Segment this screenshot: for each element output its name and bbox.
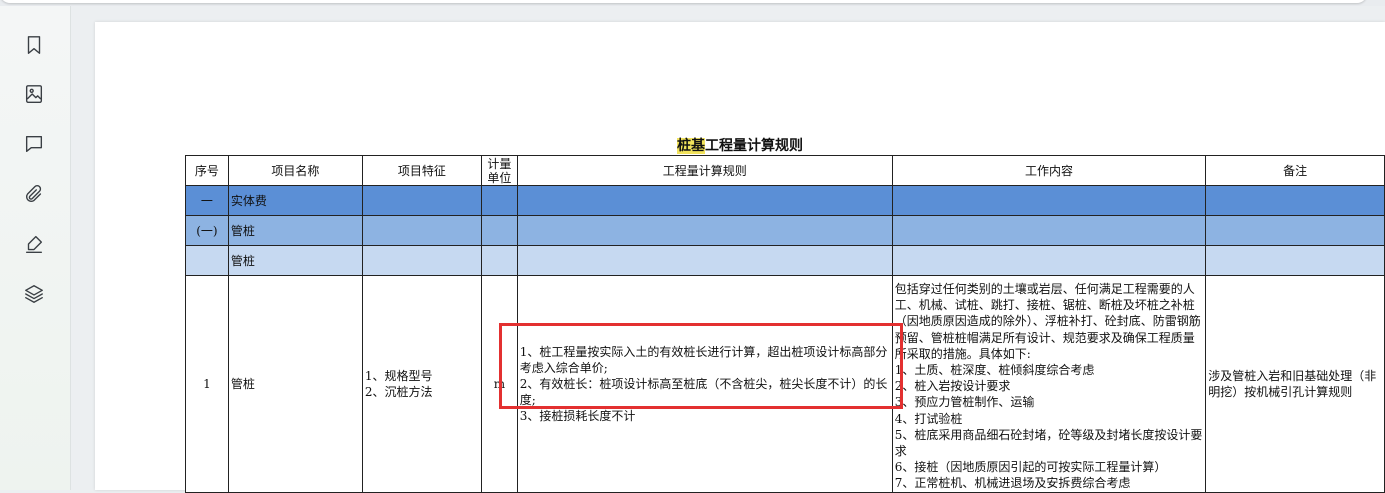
row-work: 包括穿过任何类别的土壤或岩层、任何满足工程需要的人工、机械、试桩、跳打、接桩、锯… <box>891 275 1207 493</box>
header-no: 序号 <box>185 155 229 186</box>
bookmark-icon[interactable] <box>22 33 46 57</box>
row-name: 管桩 <box>227 215 363 246</box>
header-unit: 计量 单位 <box>480 155 518 186</box>
header-feature: 项目特征 <box>361 155 482 186</box>
header-note: 备注 <box>1205 155 1385 186</box>
row-unit: m <box>480 275 518 493</box>
attachment-icon[interactable] <box>22 182 46 206</box>
table-row: 一 实体费 <box>185 185 1385 216</box>
table-row: (一) 管桩 <box>185 215 1385 246</box>
work-line: 1、土质、桩深度、桩倾斜度综合考虑 <box>894 363 1095 378</box>
row-no: 1 <box>185 275 229 493</box>
work-line: 5、桩底采用商品细石砼封堵，砼等级及封堵长度按设计要求 <box>894 427 1203 459</box>
image-icon[interactable] <box>22 82 46 106</box>
row-feature: 1、规格型号 2、沉桩方法 <box>361 275 482 493</box>
document-title: 桩基工程量计算规则 <box>95 135 1385 155</box>
row-name: 实体费 <box>227 185 363 216</box>
row-rule: 1、桩工程量按实际入土的有效桩长进行计算，超出桩项设计标高部分考虑入综合单价; … <box>516 275 893 493</box>
sign-pen-icon[interactable] <box>22 232 46 256</box>
table-header-row: 序号 项目名称 项目特征 计量 单位 工程量计算规则 工作内容 备注 <box>185 155 1385 186</box>
feature-line: 1、规格型号 <box>364 368 433 383</box>
work-line: 4、打试验桩 <box>894 411 963 426</box>
layers-icon[interactable] <box>22 282 46 306</box>
comment-icon[interactable] <box>22 132 46 156</box>
row-name: 管桩 <box>227 245 363 276</box>
rules-table: 序号 项目名称 项目特征 计量 单位 工程量计算规则 工作内容 备注 一 实体费 … <box>185 155 1385 493</box>
rule-line: 2、有效桩长：桩项设计标高至桩底（不含桩尖，桩尖长度不计）的长度; <box>519 376 888 407</box>
header-work: 工作内容 <box>891 155 1207 186</box>
header-name: 项目名称 <box>227 155 363 186</box>
table-row: 1 管桩 1、规格型号 2、沉桩方法 m 1、桩工程量按实际入土的有效桩长进行计… <box>185 275 1385 493</box>
work-line: 包括穿过任何类别的土壤或岩层、任何满足工程需要的人工、机械、试桩、跳打、接桩、锯… <box>894 282 1201 361</box>
row-note: 涉及管桩入岩和旧基础处理（非明挖）按机械引孔计算规则 <box>1205 275 1385 493</box>
sidebar <box>0 6 71 490</box>
header-rule: 工程量计算规则 <box>516 155 893 186</box>
work-line: 6、接桩（因地质原因引起的可按实际工程量计算） <box>894 460 1167 475</box>
work-line: 3、预应力管桩制作、运输 <box>894 395 1035 410</box>
work-line: 2、桩入岩按设计要求 <box>894 379 1011 394</box>
rule-line: 3、接桩损耗长度不计 <box>519 408 636 423</box>
table-row: 管桩 <box>185 245 1385 276</box>
toolbar-panel-edge <box>0 0 1367 3</box>
title-highlight[interactable]: 桩基 <box>677 138 705 154</box>
row-no <box>185 245 229 276</box>
document-viewport[interactable]: 桩基工程量计算规则 序号 项目名称 项目特征 计量 单位 工程量计算规则 工作内容… <box>71 6 1385 493</box>
document-page: 桩基工程量计算规则 序号 项目名称 项目特征 计量 单位 工程量计算规则 工作内容… <box>95 22 1385 493</box>
work-line: 7、正常桩机、机械进退场及安拆费综合考虑 <box>894 476 1131 491</box>
title-text: 工程量计算规则 <box>705 138 803 154</box>
row-no: 一 <box>185 185 229 216</box>
row-name: 管桩 <box>227 275 363 493</box>
row-no: (一) <box>185 215 229 246</box>
feature-line: 2、沉桩方法 <box>364 384 433 399</box>
rule-line: 1、桩工程量按实际入土的有效桩长进行计算，超出桩项设计标高部分考虑入综合单价; <box>519 344 888 375</box>
